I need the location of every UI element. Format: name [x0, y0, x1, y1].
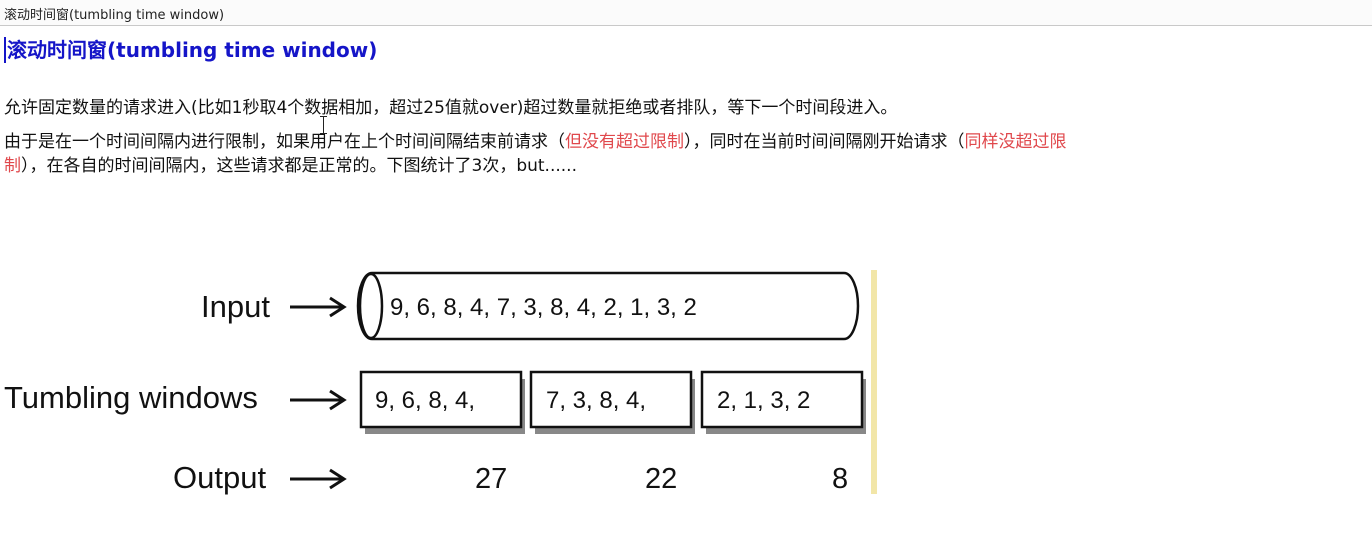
window-3-values: 2, 1, 3, 2 [717, 387, 810, 414]
windows-label: Tumbling windows [4, 380, 258, 415]
arrow-icon-input [290, 296, 347, 318]
output-value-3: 8 [832, 463, 848, 495]
paragraph-2-line-1: 由于是在一个时间间隔内进行限制，如果用户在上个时间间隔结束前请求（但没有超过限制… [4, 130, 1067, 154]
window-1-values: 9, 6, 8, 4, [375, 387, 475, 414]
input-stream-cylinder: 9, 6, 8, 4, 7, 3, 8, 4, 2, 1, 3, 2 [356, 271, 860, 341]
tumbling-window-3: 2, 1, 3, 2 [700, 370, 866, 434]
input-values: 9, 6, 8, 4, 7, 3, 8, 4, 2, 1, 3, 2 [390, 294, 697, 321]
tumbling-window-1: 9, 6, 8, 4, [359, 370, 525, 434]
text-cursor-icon [323, 116, 324, 134]
arrow-icon-output [290, 468, 347, 490]
text-cursor-top [320, 116, 327, 117]
arrow-icon-windows [290, 389, 347, 411]
output-label: Output [173, 460, 266, 495]
paragraph-2-highlight-1: 但没有超过限制 [565, 132, 684, 152]
paragraph-2-text-b: ），同时在当前时间间隔刚开始请求（ [684, 132, 965, 152]
output-value-1: 27 [475, 463, 507, 495]
accent-bar [871, 270, 877, 494]
output-value-2: 22 [645, 463, 677, 495]
window-2-values: 7, 3, 8, 4, [546, 387, 646, 414]
input-label: Input [201, 289, 270, 324]
paragraph-2-text-a: 由于是在一个时间间隔内进行限制，如果用户在上个时间间隔结束前请求（ [4, 132, 565, 152]
tab-bar: 滚动时间窗(tumbling time window) [0, 0, 1372, 26]
paragraph-2-line-2: 制），在各自的时间间隔内，这些请求都是正常的。下图统计了3次，but...... [4, 154, 577, 178]
paragraph-2-highlight-2a: 同样没超过限 [964, 132, 1067, 152]
tab-title[interactable]: 滚动时间窗(tumbling time window) [4, 4, 224, 23]
text-cursor-bottom [320, 133, 327, 134]
tumbling-window-2: 7, 3, 8, 4, [529, 370, 695, 434]
page-heading: 滚动时间窗(tumbling time window) [4, 37, 377, 63]
paragraph-2-highlight-2b: 制 [4, 156, 21, 176]
tumbling-window-figure: Input Tumbling windows Output 9, 6, 8, 4… [4, 270, 877, 495]
paragraph-1: 允许固定数量的请求进入(比如1秒取4个数据相加，超过25值就over)超过数量就… [4, 98, 898, 118]
paragraph-2-text-c: ），在各自的时间间隔内，这些请求都是正常的。下图统计了3次，but...... [21, 156, 577, 176]
